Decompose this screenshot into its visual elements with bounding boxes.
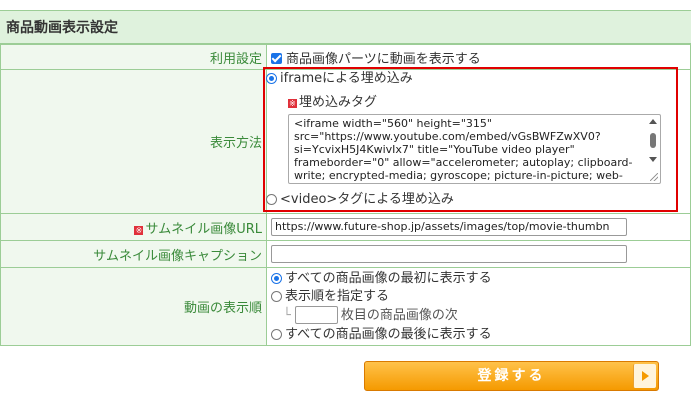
usage-value: 商品画像パーツに動画を表示する [266,44,691,70]
indent-corner-icon: └ [283,307,291,323]
order-first-option[interactable]: すべての商品画像の最初に表示する [271,270,690,288]
thumbnail-url-label-cell: ※ サムネイル画像URL [0,213,267,241]
thumbnail-url-input[interactable]: https://www.future-shop.jp/assets/images… [271,218,627,236]
thumbnail-url-row: ※ サムネイル画像URL https://www.future-shop.jp/a… [0,213,691,241]
thumbnail-url-cell: https://www.future-shop.jp/assets/images… [266,213,691,241]
order-last-option[interactable]: すべての商品画像の最後に表示する [271,326,690,344]
order-after-input[interactable] [294,306,338,324]
section-title: 商品動画表示設定 [0,10,691,44]
order-last-radio[interactable] [271,328,282,340]
required-icon: ※ [134,225,144,235]
submit-label: 登録する [477,368,546,384]
usage-label: 利用設定 [0,44,267,70]
order-after-suffix: 枚目の商品画像の次 [340,307,458,323]
submit-button[interactable]: 登録する [364,361,659,391]
order-first-label: すべての商品画像の最初に表示する [285,270,492,286]
thumbnail-caption-label: サムネイル画像キャプション [0,240,267,268]
order-specify-label: 表示順を指定する [285,288,390,304]
thumbnail-caption-cell [266,240,691,268]
usage-checkbox-label: 商品画像パーツに動画を表示する [286,51,481,67]
order-first-radio[interactable] [271,272,282,284]
display-order-label: 動画の表示順 [0,267,267,346]
usage-checkbox[interactable] [271,52,282,64]
highlight-box [263,67,678,212]
thumbnail-caption-input[interactable] [271,245,627,263]
display-order-row: 動画の表示順 すべての商品画像の最初に表示する 表示順を指定する └ 枚目の商品画… [0,267,691,346]
order-last-label: すべての商品画像の最後に表示する [285,326,492,342]
order-specify-radio[interactable] [271,290,282,302]
arrow-right-icon [633,364,656,388]
display-method-label: 表示方法 [0,69,267,214]
usage-row: 利用設定 商品画像パーツに動画を表示する [0,44,691,70]
thumbnail-caption-row: サムネイル画像キャプション [0,240,691,268]
order-after-line: └ 枚目の商品画像の次 [271,306,690,326]
display-order-cell: すべての商品画像の最初に表示する 表示順を指定する └ 枚目の商品画像の次 すべて… [266,267,691,346]
thumbnail-url-label: サムネイル画像URL [145,221,262,237]
order-specify-option[interactable]: 表示順を指定する [271,288,690,306]
